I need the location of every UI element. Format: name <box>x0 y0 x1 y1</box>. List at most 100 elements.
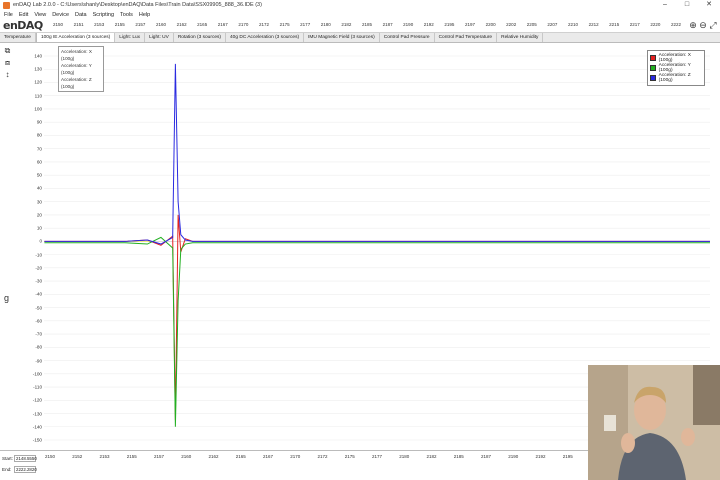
overview-tick-label: 2151 <box>73 22 84 27</box>
series-line-z <box>44 63 711 245</box>
zoom-out-icon[interactable]: ⊖ <box>698 20 708 31</box>
plot-sidebar: ⧉ ⧈ ↕ g <box>0 44 14 450</box>
zoom-y-out-icon[interactable]: ⧈ <box>2 57 13 68</box>
zoom-y-fit-icon[interactable]: ↕ <box>2 69 13 80</box>
start-row: Start: 2148.5550 <box>2 455 37 462</box>
x-axis-tick-label: 2162 <box>208 454 219 459</box>
toolbar: enDAQ 2150 2151 2153 2155 2157 2160 2162 2165 21… <box>0 19 720 33</box>
tab-rotation[interactable]: Rotation (3 sources) <box>174 33 227 42</box>
x-axis-tick-label: 2185 <box>453 454 464 459</box>
menu-view[interactable]: View <box>34 12 46 18</box>
overview-tick-label: 2157 <box>135 22 146 27</box>
tab-imu-magnetic-field[interactable]: IMU Magnetic Field (3 sources) <box>304 33 380 42</box>
overview-tick-label: 2200 <box>485 22 496 27</box>
y-axis-tick-label: -150 <box>32 437 42 443</box>
overview-tick-label: 2220 <box>650 22 661 27</box>
y-axis-tick-label: -40 <box>35 291 42 297</box>
y-axis-tick-label: 10 <box>36 225 42 231</box>
y-axis: 140 130 120 110 100 90 80 70 60 50 40 30 20 10 0 -10 -20… <box>14 44 42 450</box>
menu-edit[interactable]: Edit <box>19 12 28 18</box>
overview-tick-label: 2197 <box>464 22 476 27</box>
y-axis-tick-label: 70 <box>36 146 42 152</box>
y-axis-tick-label: -70 <box>35 331 42 337</box>
overview-tick-label: 2187 <box>382 22 393 27</box>
x-axis-tick-label: 2153 <box>99 454 110 459</box>
overview-tick-label: 2190 <box>403 22 414 27</box>
overview-tick-label: 2165 <box>197 22 208 27</box>
y-axis-tick-label: -100 <box>32 371 42 377</box>
y-axis-tick-label: -60 <box>35 318 42 324</box>
overview-tick-label: 2205 <box>526 22 537 27</box>
readout-y: Acceleration: Y (100g) <box>61 63 92 75</box>
presenter-video <box>588 365 720 480</box>
overview-tick-label: 2195 <box>444 22 455 27</box>
tab-control-pad-temperature[interactable]: Control Pad Temperature <box>435 33 498 42</box>
close-button[interactable]: ✕ <box>698 0 720 10</box>
x-axis-tick-label: 2165 <box>235 454 246 459</box>
legend-item-z[interactable]: Acceleration: Z (100g) <box>650 73 702 83</box>
y-axis-tick-label: -10 <box>35 252 42 258</box>
overview-tick-label: 2210 <box>567 22 579 27</box>
legend-item-y[interactable]: Acceleration: Y (100g) <box>650 63 702 73</box>
menu-help[interactable]: Help <box>139 12 150 18</box>
tab-control-pad-pressure[interactable]: Control Pad Pressure <box>380 33 435 42</box>
overview-tick-label: 2202 <box>506 22 517 27</box>
x-axis-tick-label: 2177 <box>371 454 383 459</box>
tab-light-uv[interactable]: Light: UV <box>145 33 174 42</box>
legend-label-y: Acceleration: Y (100g) <box>658 63 691 73</box>
legend-item-x[interactable]: Acceleration: X (100g) <box>650 53 702 63</box>
x-axis-tick-label: 2157 <box>153 454 165 459</box>
maximize-button[interactable]: □ <box>676 0 698 10</box>
legend-label-x: Acceleration: X (100g) <box>658 53 691 63</box>
overview-tick-label: 2153 <box>94 22 105 27</box>
tab-light-lux[interactable]: Light: Lux <box>115 33 146 42</box>
x-axis-tick-label: 2150 <box>44 454 56 459</box>
tab-temperature[interactable]: Temperature <box>0 33 36 42</box>
y-axis-tick-label: -90 <box>35 358 42 364</box>
overview-tick-label: 2162 <box>176 22 187 27</box>
start-field[interactable]: 2148.5550 <box>14 455 37 462</box>
overview-tick-label: 2175 <box>279 22 290 27</box>
overview-tick-label: 2177 <box>300 22 311 27</box>
y-axis-tick-label: 0 <box>39 238 42 244</box>
y-axis-unit: g <box>4 293 10 303</box>
x-axis-tick-label: 2175 <box>344 454 355 459</box>
overview-tick-label: 2167 <box>217 22 228 27</box>
zoom-tools: ⊕ ⊖ ⤢ <box>688 20 718 31</box>
y-axis-tick-label: -120 <box>32 397 42 403</box>
y-axis-tick-label: 30 <box>36 199 42 205</box>
overview-time-axis[interactable]: 2150 2151 2153 2155 2157 2160 2162 2165 2167 2170… <box>52 22 682 31</box>
legend-swatch-x <box>650 55 656 61</box>
menu-device[interactable]: Device <box>52 12 69 18</box>
y-axis-tick-label: 110 <box>34 93 42 99</box>
legend-swatch-y <box>650 65 656 71</box>
y-axis-tick-label: 60 <box>36 159 42 165</box>
end-field[interactable]: 2222.2820 <box>14 466 37 473</box>
overview-tick-label: 2182 <box>341 22 352 27</box>
tab-40g-dc-acceleration[interactable]: 40g DC Acceleration (3 sources) <box>226 33 305 42</box>
start-label: Start: <box>2 456 13 461</box>
y-axis-tick-label: 90 <box>36 119 42 125</box>
zoom-y-in-icon[interactable]: ⧉ <box>2 45 13 56</box>
x-axis-tick-label: 2160 <box>181 454 192 459</box>
plot-tabs: Temperature 100g IE Acceleration (3 sour… <box>0 33 720 43</box>
tab-relative-humidity[interactable]: Relative Humidity <box>497 33 544 42</box>
window-title: enDAQ Lab 2.0.0 - C:\Users\shanly\Deskto… <box>13 2 262 8</box>
x-axis-tick-label: 2187 <box>480 454 492 459</box>
tab-100g-acceleration[interactable]: 100g IE Acceleration (3 sources) <box>35 33 116 42</box>
overview-tick-label: 2185 <box>361 22 373 27</box>
menu-file[interactable]: File <box>4 12 13 18</box>
menu-tools[interactable]: Tools <box>120 12 133 18</box>
y-axis-tick-label: -20 <box>35 265 42 271</box>
legend-swatch-z <box>650 75 656 81</box>
minimize-button[interactable]: – <box>654 0 676 10</box>
x-axis-tick-label: 2192 <box>535 454 546 459</box>
menu-scripting[interactable]: Scripting <box>93 12 114 18</box>
menu-data[interactable]: Data <box>75 12 87 18</box>
zoom-in-icon[interactable]: ⊕ <box>688 20 698 31</box>
readout-x: Acceleration: X (100g) <box>61 49 92 61</box>
endaq-logo: enDAQ <box>3 19 43 32</box>
y-axis-tick-label: 40 <box>36 185 42 191</box>
zoom-fit-icon[interactable]: ⤢ <box>708 20 718 31</box>
x-axis-tick-label: 2152 <box>72 454 83 459</box>
